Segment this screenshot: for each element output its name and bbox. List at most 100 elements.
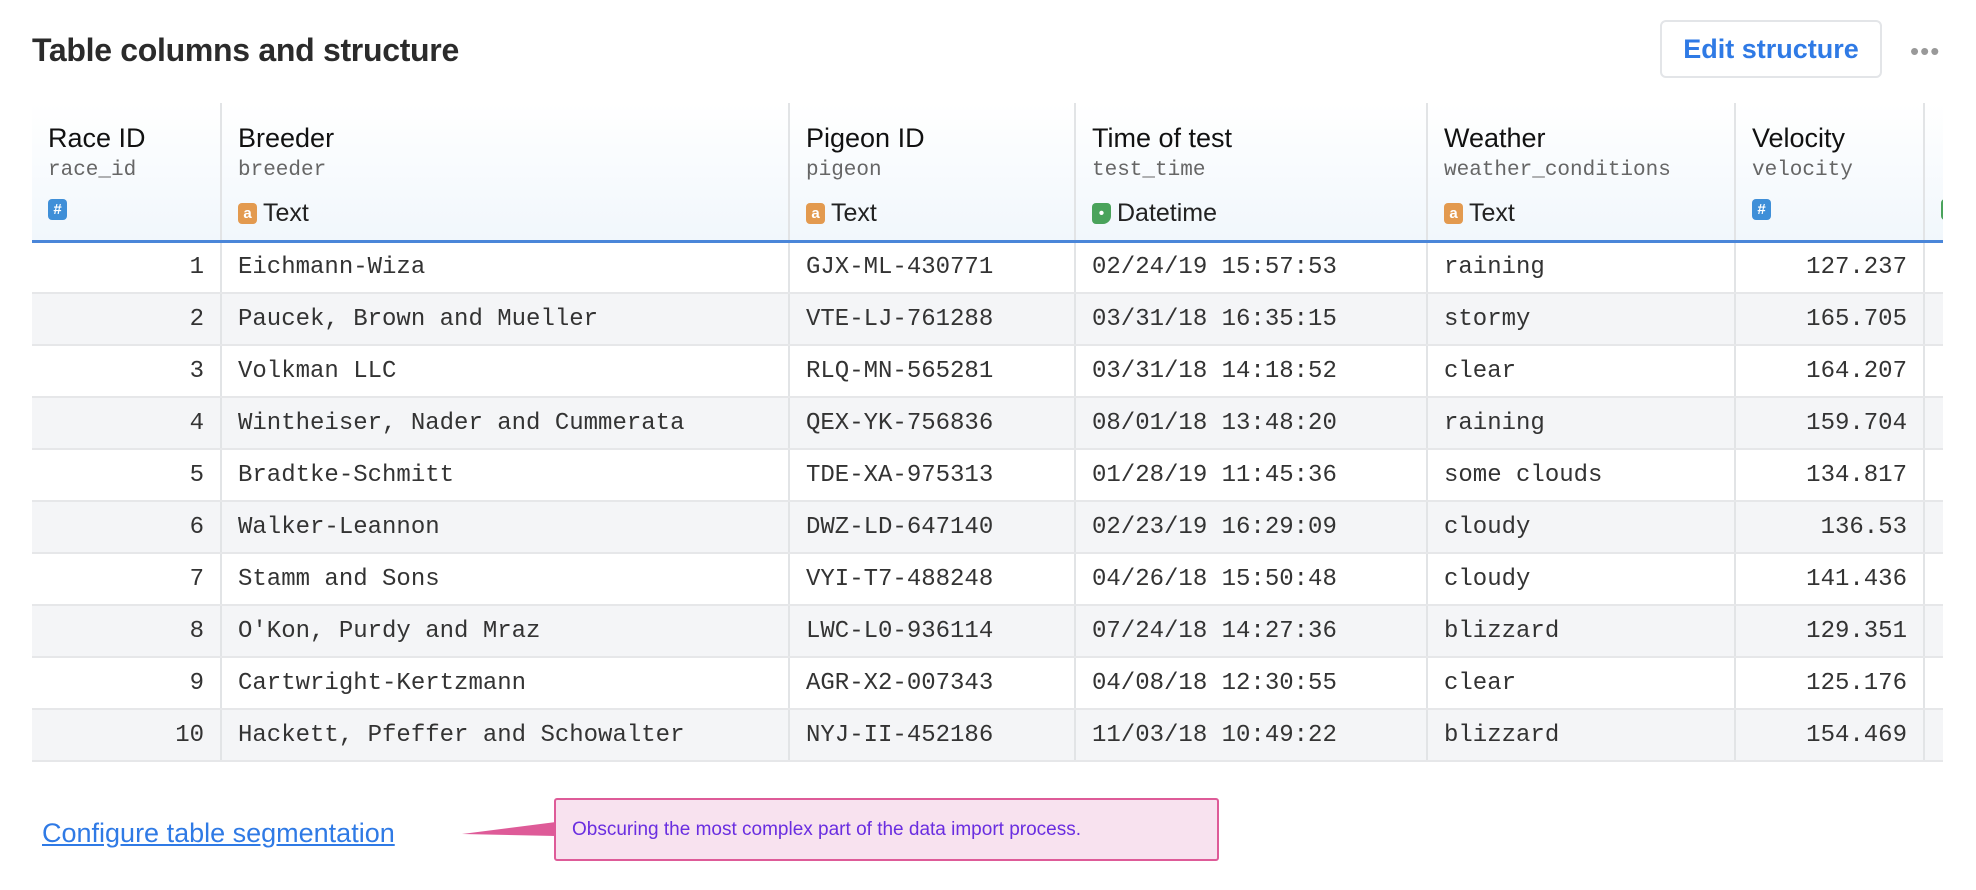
edit-structure-button[interactable]: Edit structure [1660, 20, 1882, 78]
cell-partial [1923, 605, 1943, 658]
column-header-velocity[interactable]: Velocity velocity # [1734, 103, 1924, 243]
column-header-pigeon[interactable]: Pigeon ID pigeon a Text [788, 103, 1075, 243]
table-row: 10 Hackett, Pfeffer and Schowalter NYJ-II-… [32, 709, 1943, 762]
more-horizontal-icon[interactable]: ••• [1910, 36, 1940, 67]
cell-velocity: 164.207 [1734, 345, 1924, 398]
column-header-partial[interactable]: • [1923, 103, 1943, 243]
cell-test-time: 08/01/18 13:48:20 [1074, 397, 1427, 450]
column-name: Time of test [1092, 123, 1233, 153]
cell-velocity: 141.436 [1734, 553, 1924, 606]
cell-test-time: 02/23/19 16:29:09 [1074, 501, 1427, 554]
column-key: test_time [1092, 159, 1206, 182]
column-type-label: Datetime [1117, 199, 1218, 227]
cell-weather-conditions: raining [1426, 241, 1735, 294]
column-type-label: Text [831, 199, 877, 227]
column-name: Pigeon ID [806, 123, 925, 153]
text-icon: a [806, 203, 825, 224]
cell-weather-conditions: stormy [1426, 293, 1735, 346]
cell-pigeon: LWC-L0-936114 [788, 605, 1075, 658]
table-row: 8 O'Kon, Purdy and Mraz LWC-L0-936114 07/24… [32, 605, 1943, 658]
table-row: 2 Paucek, Brown and Mueller VTE-LJ-761288 0… [32, 293, 1943, 346]
configure-segmentation-link[interactable]: Configure table segmentation [42, 818, 395, 849]
column-type: a Text [238, 199, 788, 228]
cell-breeder: Wintheiser, Nader and Cummerata [220, 397, 789, 450]
column-name: Breeder [238, 123, 335, 153]
table-row: 1 Eichmann-Wiza GJX-ML-430771 02/24/19 15:5… [32, 241, 1943, 294]
cell-race-id: 7 [32, 553, 221, 606]
cell-velocity: 165.705 [1734, 293, 1924, 346]
cell-weather-conditions: some clouds [1426, 449, 1735, 502]
cell-partial [1923, 553, 1943, 606]
annotation-callout: Obscuring the most complex part of the d… [554, 798, 1219, 861]
cell-weather-conditions: blizzard [1426, 709, 1735, 762]
cell-race-id: 8 [32, 605, 221, 658]
table-row: 5 Bradtke-Schmitt TDE-XA-975313 01/28/19 11… [32, 449, 1943, 502]
cell-test-time: 04/08/18 12:30:55 [1074, 657, 1427, 710]
table-row: 3 Volkman LLC RLQ-MN-565281 03/31/18 14:18:… [32, 345, 1943, 398]
cell-race-id: 1 [32, 241, 221, 294]
cell-weather-conditions: cloudy [1426, 553, 1735, 606]
column-key: weather_conditions [1444, 159, 1671, 182]
column-type-label: Text [1469, 199, 1515, 227]
column-name: Race ID [48, 123, 146, 153]
cell-race-id: 9 [32, 657, 221, 710]
cell-breeder: Paucek, Brown and Mueller [220, 293, 789, 346]
cell-pigeon: DWZ-LD-647140 [788, 501, 1075, 554]
number-icon: # [1752, 199, 1771, 220]
cell-race-id: 10 [32, 709, 221, 762]
annotation-text: Obscuring the most complex part of the d… [572, 818, 1082, 840]
cell-velocity: 159.704 [1734, 397, 1924, 450]
cell-partial [1923, 241, 1943, 294]
cell-partial [1923, 501, 1943, 554]
cell-test-time: 11/03/18 10:49:22 [1074, 709, 1427, 762]
datetime-icon: • [1941, 199, 1943, 220]
number-icon: # [48, 199, 67, 220]
cell-weather-conditions: raining [1426, 397, 1735, 450]
table-row: 4 Wintheiser, Nader and Cummerata QEX-YK-7… [32, 397, 1943, 450]
cell-pigeon: VTE-LJ-761288 [788, 293, 1075, 346]
cell-pigeon: NYJ-II-452186 [788, 709, 1075, 762]
cell-breeder: Bradtke-Schmitt [220, 449, 789, 502]
cell-pigeon: RLQ-MN-565281 [788, 345, 1075, 398]
cell-breeder: Stamm and Sons [220, 553, 789, 606]
cell-pigeon: QEX-YK-756836 [788, 397, 1075, 450]
column-type-label: Text [263, 199, 309, 227]
annotation-pointer [462, 822, 556, 836]
cell-test-time: 04/26/18 15:50:48 [1074, 553, 1427, 606]
cell-partial [1923, 397, 1943, 450]
column-key: breeder [238, 159, 327, 182]
column-type: a Text [806, 199, 1074, 228]
table-row: 7 Stamm and Sons VYI-T7-488248 04/26/18 15:… [32, 553, 1943, 606]
cell-partial [1923, 657, 1943, 710]
cell-velocity: 127.237 [1734, 241, 1924, 294]
cell-velocity: 134.817 [1734, 449, 1924, 502]
cell-velocity: 129.351 [1734, 605, 1924, 658]
column-header-weather-conditions[interactable]: Weather weather_conditions a Text [1426, 103, 1735, 243]
column-header-test-time[interactable]: Time of test test_time • Datetime [1074, 103, 1427, 243]
cell-breeder: Hackett, Pfeffer and Schowalter [220, 709, 789, 762]
cell-test-time: 03/31/18 14:18:52 [1074, 345, 1427, 398]
column-key: velocity [1752, 159, 1853, 182]
cell-race-id: 6 [32, 501, 221, 554]
cell-breeder: Walker-Leannon [220, 501, 789, 554]
cell-pigeon: TDE-XA-975313 [788, 449, 1075, 502]
cell-pigeon: GJX-ML-430771 [788, 241, 1075, 294]
column-header-race-id[interactable]: Race ID race_id # [32, 103, 221, 243]
cell-pigeon: VYI-T7-488248 [788, 553, 1075, 606]
cell-partial [1923, 449, 1943, 502]
cell-velocity: 125.176 [1734, 657, 1924, 710]
cell-weather-conditions: cloudy [1426, 501, 1735, 554]
column-type: # [1752, 199, 1923, 220]
column-type: a Text [1444, 199, 1734, 228]
column-key: pigeon [806, 159, 882, 182]
cell-test-time: 03/31/18 16:35:15 [1074, 293, 1427, 346]
cell-breeder: Volkman LLC [220, 345, 789, 398]
cell-partial [1923, 293, 1943, 346]
datetime-icon: • [1092, 203, 1111, 224]
cell-weather-conditions: clear [1426, 345, 1735, 398]
cell-velocity: 136.53 [1734, 501, 1924, 554]
text-icon: a [238, 203, 257, 224]
cell-breeder: O'Kon, Purdy and Mraz [220, 605, 789, 658]
column-header-breeder[interactable]: Breeder breeder a Text [220, 103, 789, 243]
cell-breeder: Cartwright-Kertzmann [220, 657, 789, 710]
